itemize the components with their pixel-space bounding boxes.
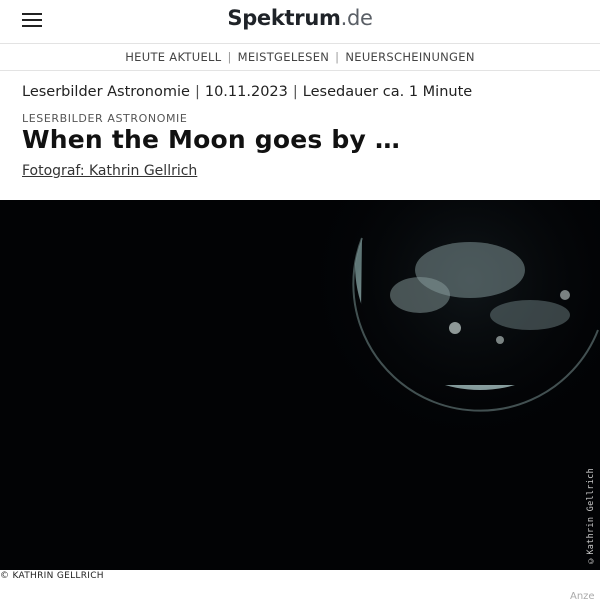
photo-watermark: ©Kathrin Gellrich xyxy=(586,468,596,565)
logo-brand: Spektrum xyxy=(227,6,341,30)
article-title: When the Moon goes by … xyxy=(22,125,401,154)
article-date: 10.11.2023 xyxy=(204,84,288,100)
photo-caption: © KATHRIN GELLRICH xyxy=(0,571,104,581)
crater xyxy=(560,290,570,300)
nav-separator: | xyxy=(227,50,232,64)
nav-heute-aktuell[interactable]: HEUTE AKTUELL xyxy=(125,50,221,64)
article-category[interactable]: Leserbilder Astronomie xyxy=(22,84,190,100)
photographer-link[interactable]: Fotograf: Kathrin Gellrich xyxy=(22,163,197,179)
article-kicker: LESERBILDER ASTRONOMIE xyxy=(22,112,188,125)
crater xyxy=(449,322,461,334)
mare-2 xyxy=(390,277,450,313)
article-meta: Leserbilder Astronomie | 10.11.2023 | Leseda… xyxy=(22,84,472,100)
article-reading-time: Lesedauer ca. 1 Minute xyxy=(302,84,473,100)
logo-tld: .de xyxy=(340,6,373,30)
ad-label: Anze xyxy=(570,591,595,602)
moon-photo xyxy=(0,200,600,570)
meta-separator: | xyxy=(292,84,298,100)
nav-meistgelesen[interactable]: MEISTGELESEN xyxy=(238,50,330,64)
section-nav: HEUTE AKTUELL | MEISTGELESEN | NEUERSCHEINUN… xyxy=(0,43,600,71)
nav-neuerscheinungen[interactable]: NEUERSCHEINUNGEN xyxy=(345,50,474,64)
top-bar: Spektrum.de xyxy=(0,0,600,42)
mare-3 xyxy=(490,300,570,330)
nav-separator: | xyxy=(335,50,340,64)
moon-image xyxy=(300,200,600,450)
meta-separator: | xyxy=(194,84,200,100)
site-logo[interactable]: Spektrum.de xyxy=(0,6,600,30)
crater xyxy=(496,336,504,344)
